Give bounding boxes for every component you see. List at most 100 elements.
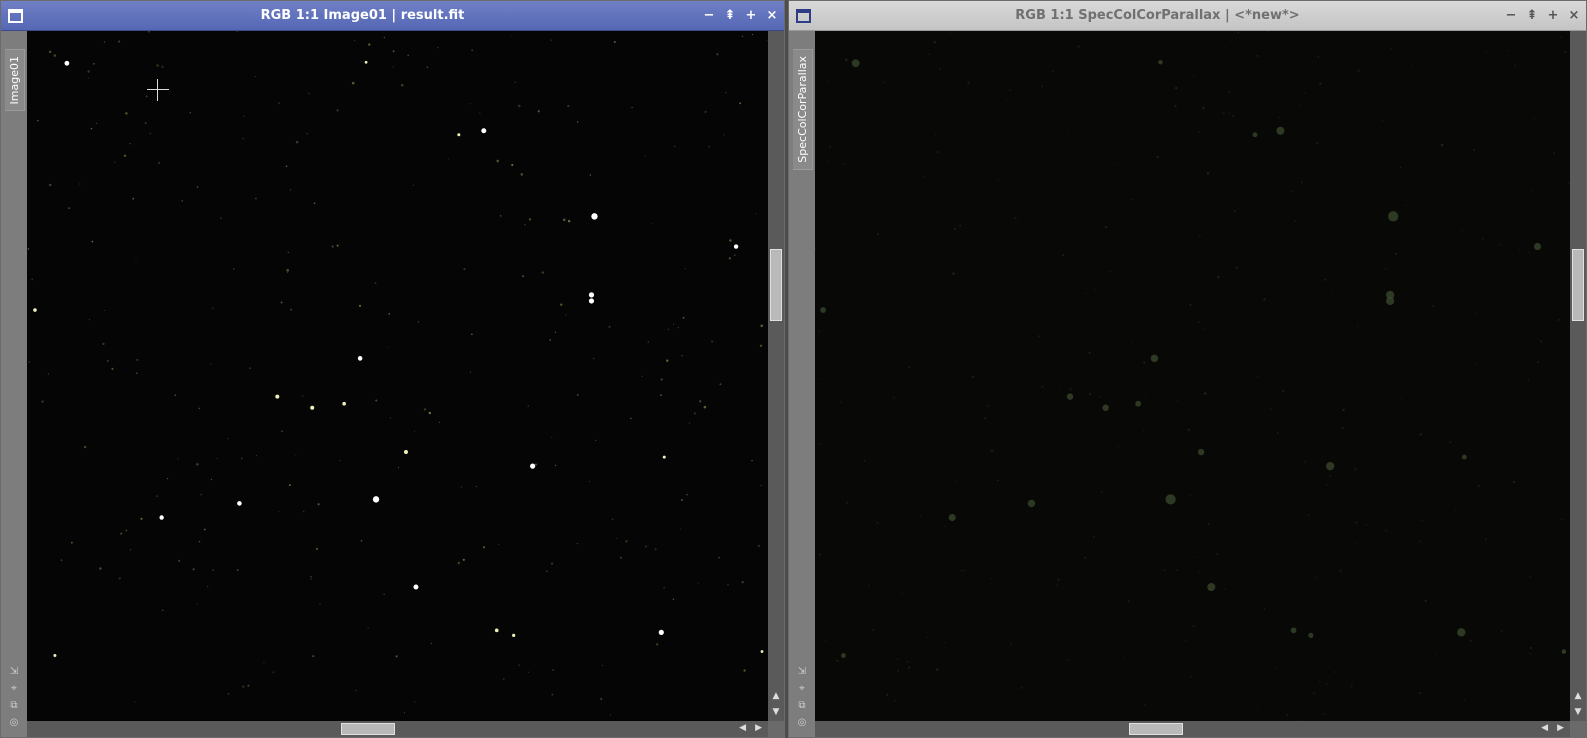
bright-star [512, 633, 516, 637]
scroll-down-icon[interactable]: ▼ [771, 707, 781, 717]
faint-star [1127, 600, 1130, 603]
faint-star [1256, 54, 1259, 57]
faint-star [576, 393, 579, 396]
faint-star [120, 532, 123, 535]
faint-star [28, 361, 31, 363]
faint-star [1206, 172, 1210, 175]
scroll-up-icon[interactable]: ▲ [771, 691, 781, 701]
window-icon[interactable] [8, 9, 23, 23]
minimize-icon[interactable]: − [1503, 7, 1519, 25]
faint-star [1099, 395, 1102, 398]
faint-star [1271, 643, 1273, 645]
image-viewport[interactable] [815, 31, 1570, 721]
fit-icon[interactable]: ⌖ [8, 683, 20, 695]
faint-star [1303, 698, 1305, 701]
faint-star [815, 247, 817, 250]
faint-star [1084, 556, 1087, 560]
resize-icon[interactable]: ⇲ [796, 666, 808, 678]
view-id-tab[interactable]: Image01 [5, 49, 25, 112]
horizontal-scrollbar[interactable]: ◀ ▶ [27, 721, 768, 737]
bright-star [1308, 632, 1314, 638]
faint-star [1339, 569, 1342, 572]
faint-star [920, 514, 922, 517]
faint-star [315, 547, 319, 551]
close-icon[interactable]: × [1566, 7, 1582, 25]
shade-icon[interactable]: ⇞ [722, 7, 738, 25]
window-titlebar[interactable]: RGB 1:1 Image01 | result.fit − ⇞ + × [1, 1, 784, 31]
faint-star [1474, 363, 1477, 366]
faint-star [1228, 112, 1230, 114]
faint-star [520, 173, 524, 176]
bright-star [33, 308, 37, 312]
target-icon[interactable]: ◎ [796, 717, 808, 729]
vertical-scroll-thumb[interactable] [770, 249, 782, 321]
scroll-up-icon[interactable]: ▲ [1573, 691, 1583, 701]
faint-star [1163, 569, 1166, 572]
horizontal-scroll-thumb[interactable] [1129, 723, 1183, 735]
scroll-down-icon[interactable]: ▼ [1573, 707, 1583, 717]
resize-icon[interactable]: ⇲ [8, 666, 20, 678]
faint-star [1530, 189, 1533, 191]
faint-star [1304, 92, 1306, 94]
vertical-scrollbar[interactable]: ▲ ▼ [768, 31, 784, 721]
faint-star [1089, 393, 1092, 396]
maximize-icon[interactable]: + [1545, 7, 1561, 25]
faint-star [428, 411, 432, 415]
faint-star [351, 81, 355, 85]
faint-star [1560, 36, 1562, 39]
target-icon[interactable]: ◎ [8, 717, 20, 729]
image-window-image01[interactable]: RGB 1:1 Image01 | result.fit − ⇞ + × Ima… [0, 0, 785, 738]
faint-star [844, 58, 848, 62]
faint-star [952, 272, 955, 275]
faint-star [681, 355, 683, 357]
faint-star [955, 480, 957, 483]
faint-star [1056, 584, 1059, 587]
view-id-tab[interactable]: SpecColCorParallax [793, 49, 813, 170]
scroll-right-icon[interactable]: ▶ [1557, 723, 1564, 733]
close-icon[interactable]: × [764, 7, 780, 25]
bright-star [53, 654, 57, 658]
minimize-icon[interactable]: − [701, 7, 717, 25]
faint-star [534, 463, 537, 466]
faint-star [49, 183, 52, 187]
vertical-scroll-thumb[interactable] [1572, 249, 1584, 321]
faint-star [1012, 520, 1015, 523]
faint-star [698, 582, 700, 585]
bright-star [530, 463, 536, 469]
faint-star [827, 80, 830, 82]
faint-star [836, 659, 839, 663]
fit-icon[interactable]: ⌖ [796, 683, 808, 695]
bright-star [237, 501, 242, 506]
horizontal-scrollbar[interactable]: ◀ ▶ [815, 721, 1570, 737]
faint-star [162, 609, 164, 612]
faint-star [281, 430, 283, 432]
faint-star [1527, 379, 1530, 382]
vertical-scrollbar[interactable]: ▲ ▼ [1570, 31, 1586, 721]
maximize-icon[interactable]: + [743, 7, 759, 25]
faint-star [863, 459, 866, 462]
faint-star [654, 548, 657, 551]
faint-star [1421, 519, 1424, 522]
scroll-right-icon[interactable]: ▶ [755, 723, 762, 733]
window-icon[interactable] [796, 9, 811, 23]
scroll-left-icon[interactable]: ◀ [1541, 723, 1548, 733]
faint-star [939, 329, 942, 332]
bright-star [1135, 400, 1142, 407]
shade-icon[interactable]: ⇞ [1524, 7, 1540, 25]
faint-star [87, 77, 90, 79]
faint-star [243, 115, 245, 117]
image-viewport[interactable] [27, 31, 768, 721]
bright-star [851, 59, 860, 68]
clone-icon[interactable]: ⧉ [8, 700, 20, 712]
faint-star [111, 367, 114, 370]
scroll-left-icon[interactable]: ◀ [739, 723, 746, 733]
window-titlebar[interactable]: RGB 1:1 SpecColCorParallax | <*new*> − ⇞… [789, 1, 1586, 31]
faint-star [990, 449, 994, 453]
faint-star [448, 158, 450, 160]
clone-icon[interactable]: ⧉ [796, 700, 808, 712]
image-window-speccolcorparallax[interactable]: RGB 1:1 SpecColCorParallax | <*new*> − ⇞… [788, 0, 1587, 738]
horizontal-scroll-thumb[interactable] [341, 723, 395, 735]
faint-star [990, 578, 993, 580]
faint-star [514, 81, 516, 83]
faint-star [1341, 426, 1344, 429]
